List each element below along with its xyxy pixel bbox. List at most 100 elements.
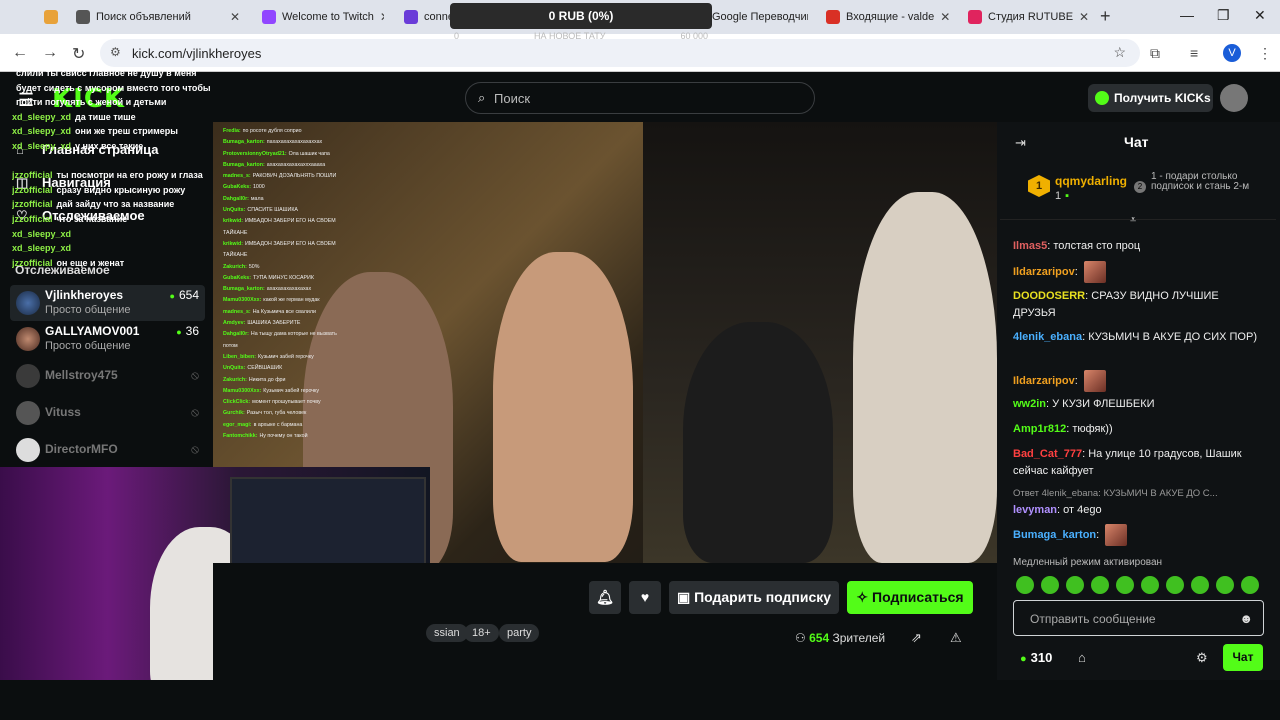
chat-username[interactable]: DOODOSERR bbox=[1013, 290, 1085, 302]
twitch-icon bbox=[262, 10, 276, 24]
minimize-icon[interactable]: — bbox=[1180, 7, 1194, 23]
video-chat-row: madnes_s: На Кузьмича все свалили bbox=[223, 307, 338, 318]
sidebar-channel-vjlinkheroyes[interactable]: Vjlinkheroyes Просто общение 654 bbox=[10, 285, 205, 321]
close-icon[interactable]: ✕ bbox=[940, 10, 950, 24]
media-control-icon[interactable]: ≡ bbox=[1190, 45, 1198, 61]
bookmark-star-icon[interactable]: ☆ bbox=[1113, 44, 1126, 61]
video-chat-text: какой же герман мудак bbox=[263, 297, 320, 304]
overlay-chat-row: jzzofficial сразу видно крысиную рожу bbox=[12, 183, 222, 198]
video-chat-user: GubaKeks: bbox=[223, 274, 251, 281]
maximize-icon[interactable]: ❐ bbox=[1217, 7, 1230, 24]
chat-username[interactable]: Bad_Cat_777 bbox=[1013, 448, 1082, 460]
emote-icon[interactable] bbox=[1141, 576, 1159, 594]
chat-username[interactable]: Ildarzaripov bbox=[1013, 266, 1075, 278]
video-chat-row: krikwid: ИМБАДОН ЗАБЕРИ ЕГО НА СВОЕМ ТАЙК… bbox=[223, 216, 338, 239]
chat-username[interactable]: ww2in bbox=[1013, 398, 1046, 410]
emote-icon[interactable] bbox=[1016, 576, 1034, 594]
chat-username[interactable]: levyman bbox=[1013, 504, 1057, 516]
user-avatar[interactable] bbox=[1220, 84, 1248, 112]
overlay-chat-row: слили ты свисс главное не душу в меня bbox=[12, 66, 222, 81]
back-icon[interactable]: ← bbox=[12, 44, 28, 62]
chat-username[interactable]: Bumaga_karton bbox=[1013, 529, 1096, 541]
chat-username[interactable]: Ildarzaripov bbox=[1013, 375, 1075, 387]
extensions-icon[interactable]: ⧉ bbox=[1150, 45, 1160, 62]
emote-icon[interactable] bbox=[1241, 576, 1259, 594]
sidebar-channel-directormfo[interactable]: DirectorMFO ⦸ bbox=[10, 432, 205, 468]
overlay-chat-text: слили ты свисс главное не душу в меня bbox=[16, 68, 197, 78]
stream-tag[interactable]: 18+ bbox=[464, 624, 499, 642]
chat-username[interactable]: Amp1r812 bbox=[1013, 423, 1066, 435]
collapse-chat-icon[interactable]: ⇥ bbox=[1015, 135, 1026, 151]
gear-icon[interactable]: ⚙ bbox=[1196, 650, 1208, 666]
sidebar-channel-gallyamov001[interactable]: GALLYAMOV001 Просто общение 36 bbox=[10, 321, 205, 357]
expand-pinned-icon[interactable]: ⩡ bbox=[1130, 214, 1136, 227]
stream-tag[interactable]: party bbox=[499, 624, 540, 642]
emote-icon[interactable] bbox=[1041, 576, 1059, 594]
viewer-count-value: 654 bbox=[809, 631, 830, 645]
rank-2-badge: 2 bbox=[1134, 181, 1146, 193]
video-chat-text: 1000 bbox=[252, 184, 265, 191]
video-chat-user: Bumaga_karton: bbox=[223, 286, 265, 293]
video-chat-row: GubaKeks: 1000 bbox=[223, 182, 338, 193]
site-info-icon[interactable]: ⚙ bbox=[110, 45, 121, 59]
url-field[interactable]: ⚙ kick.com/vjlinkheroyes ☆ bbox=[100, 39, 1140, 67]
close-icon[interactable]: ✕ bbox=[380, 10, 384, 24]
emote-icon[interactable] bbox=[1091, 576, 1109, 594]
browser-tab[interactable] bbox=[36, 4, 66, 30]
forward-icon[interactable]: → bbox=[42, 44, 58, 62]
emote-icon[interactable] bbox=[1066, 576, 1084, 594]
browser-tab[interactable]: Поиск объявлений ✕ bbox=[68, 4, 248, 30]
channel-points[interactable]: 310 bbox=[1020, 650, 1053, 665]
emote-icon[interactable] bbox=[1216, 576, 1234, 594]
leader-name[interactable]: qqmydarling bbox=[1055, 174, 1127, 188]
overlay-chat-row: xd_sleepy_xd у них все такие bbox=[12, 139, 222, 154]
emote-icon[interactable] bbox=[1191, 576, 1209, 594]
stream-tag[interactable]: ssian bbox=[426, 624, 468, 642]
notification-bell-button[interactable]: 🔔︎ bbox=[589, 581, 621, 614]
sidebar-channel-vituss[interactable]: Vituss ⦸ bbox=[10, 395, 205, 431]
video-chat-text: Никита до фри bbox=[248, 376, 286, 383]
share-icon[interactable]: ⇗ bbox=[911, 630, 922, 646]
report-icon[interactable]: ⚠ bbox=[950, 630, 962, 646]
emote-icon[interactable] bbox=[1166, 576, 1184, 594]
chat-username[interactable]: 4lenik_ebana bbox=[1013, 331, 1082, 343]
video-chat-text: СЕЙВШАШИК bbox=[247, 365, 283, 372]
profile-avatar[interactable]: V bbox=[1223, 44, 1241, 62]
overlay-chat-text: он еще и женат bbox=[56, 257, 125, 268]
chat-username[interactable]: Ilmas5 bbox=[1013, 240, 1047, 252]
get-kicks-button[interactable]: Получить KICKs bbox=[1088, 84, 1213, 112]
close-icon[interactable]: ✕ bbox=[1079, 10, 1089, 24]
gift-sub-button[interactable]: ▣ Подарить подписку bbox=[669, 581, 839, 614]
sidebar-channel-mellstroy475[interactable]: Mellstroy475 ⦸ bbox=[10, 358, 205, 394]
video-chat-row: Bumaga_karton: пахахахахахахахаххах bbox=[223, 137, 338, 148]
browser-tab[interactable]: Входящие - valde ✕ bbox=[818, 4, 956, 30]
browser-tab[interactable]: Google Переводчик ✕ bbox=[704, 4, 808, 30]
video-chat-user: krikwid: bbox=[223, 240, 244, 247]
browser-menu-icon[interactable]: ⋮ bbox=[1258, 45, 1272, 62]
video-chat-text: Ну почему он такой bbox=[259, 433, 308, 440]
new-tab-icon[interactable]: + bbox=[1100, 6, 1111, 27]
overlay-chat-text: сразу видно крысиную рожу bbox=[56, 184, 186, 195]
search-input[interactable]: ⌕ Поиск bbox=[465, 82, 815, 114]
overlay-chat-row: jzzofficial что за название bbox=[12, 212, 222, 227]
store-icon[interactable]: ⌂ bbox=[1078, 650, 1086, 665]
video-chat-row: Mamu0300Xxx: Кузьмич забей герочку bbox=[223, 386, 338, 397]
chat-message-input[interactable]: Отправить сообщение ☻ bbox=[1013, 600, 1264, 636]
emote-icon[interactable] bbox=[1116, 576, 1134, 594]
follow-heart-button[interactable]: ♥ bbox=[629, 581, 661, 614]
tab-label: conne bbox=[424, 11, 450, 23]
emoji-picker-icon[interactable]: ☻ bbox=[1239, 611, 1253, 626]
browser-tab[interactable]: Студия RUTUBE ✕ bbox=[960, 4, 1090, 30]
video-chat-user: Bumaga_karton: bbox=[223, 161, 265, 168]
video-chat-row: Gurchik: Разыч тол, губа человек bbox=[223, 408, 338, 419]
browser-tab[interactable]: Welcome to Twitch ✕ bbox=[254, 4, 384, 30]
close-icon[interactable]: ✕ bbox=[230, 10, 240, 24]
browser-tab[interactable]: conne bbox=[396, 4, 450, 30]
video-chat-user: ProtoversionnyOtryad21: bbox=[223, 150, 287, 157]
chat-message: Ildarzaripov: bbox=[1013, 370, 1263, 392]
send-chat-button[interactable]: Чат bbox=[1223, 644, 1263, 671]
streamer-chat-overlay: слили ты свисс главное не душу в меня буд… bbox=[12, 66, 222, 270]
close-window-icon[interactable]: ✕ bbox=[1254, 7, 1266, 24]
reload-icon[interactable]: ↻ bbox=[72, 44, 85, 64]
subscribe-button[interactable]: ✧ Подписаться bbox=[847, 581, 973, 614]
